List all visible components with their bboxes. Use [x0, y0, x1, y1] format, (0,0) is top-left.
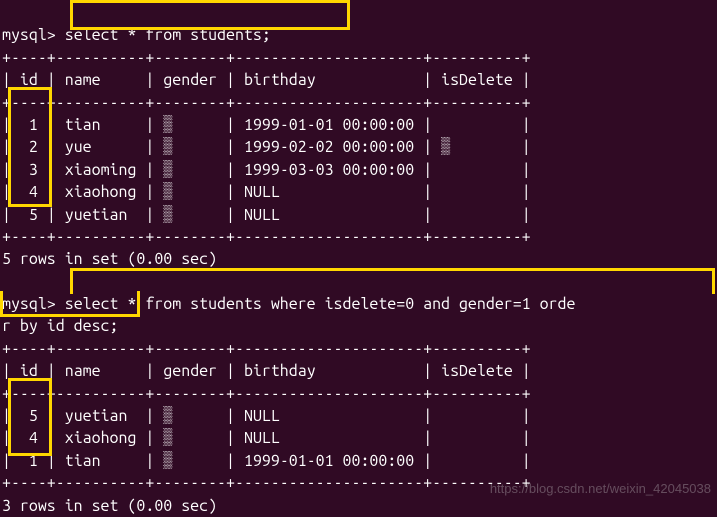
cell: NULL — [244, 183, 414, 201]
cell: tian — [65, 452, 137, 470]
cell: 5 — [29, 407, 38, 425]
query-2-part1: select * from students where isdelete=0 … — [65, 295, 576, 313]
cell: 1999-03-03 00:00:00 — [244, 161, 414, 179]
table1-footer: 5 rows in set (0.00 sec) — [2, 250, 217, 268]
cell: ▒ — [441, 138, 450, 156]
table1-row-4: | 4 | xiaohong | ▒ | NULL | | — [2, 183, 531, 201]
table2-sep-mid: +----+----------+--------+--------------… — [2, 385, 531, 403]
cell: 1 — [29, 452, 38, 470]
cell: NULL — [244, 429, 414, 447]
query-2-part2: r by id desc; — [2, 317, 118, 335]
cell: yuetian — [65, 206, 137, 224]
cell — [441, 206, 450, 224]
cell: ▒ — [163, 429, 172, 447]
cell: ▒ — [163, 206, 172, 224]
col-birthday: birthday — [244, 71, 316, 89]
mysql-prompt: mysql> — [2, 26, 56, 44]
table2-footer: 3 rows in set (0.00 sec) — [2, 497, 217, 515]
col-gender: gender — [163, 362, 217, 380]
cell: xiaohong — [65, 183, 137, 201]
blank-line — [2, 273, 11, 291]
cell — [441, 407, 450, 425]
cell: 3 — [29, 161, 38, 179]
cell: 5 — [29, 206, 38, 224]
table2-sep-bot: +----+----------+--------+--------------… — [2, 474, 531, 492]
table1-header: | id | name | gender | birthday | isDele… — [2, 71, 531, 89]
cell: yue — [65, 138, 137, 156]
cell: NULL — [244, 407, 414, 425]
col-name: name — [65, 362, 101, 380]
col-birthday: birthday — [244, 362, 316, 380]
prompt-line-2[interactable]: mysql> select * from students where isde… — [2, 295, 575, 313]
cell: 1999-01-01 00:00:00 — [244, 452, 414, 470]
terminal-output: mysql> select * from students; +----+---… — [2, 2, 715, 517]
table1-row-1: | 1 | tian | ▒ | 1999-01-01 00:00:00 | | — [2, 116, 531, 134]
col-gender: gender — [163, 71, 217, 89]
cell — [441, 116, 450, 134]
query-1: select * from students; — [65, 26, 271, 44]
cell: ▒ — [163, 407, 172, 425]
table2-sep-top: +----+----------+--------+--------------… — [2, 340, 531, 358]
table1-sep-bot: +----+----------+--------+--------------… — [2, 228, 531, 246]
table1-sep-mid: +----+----------+--------+--------------… — [2, 94, 531, 112]
watermark: https://blog.csdn.net/weixin_42045038 — [490, 480, 711, 498]
mysql-prompt: mysql> — [2, 295, 56, 313]
cell: NULL — [244, 206, 414, 224]
prompt-line-1[interactable]: mysql> select * from students; — [2, 26, 271, 44]
cell: yuetian — [65, 407, 137, 425]
table1-row-5: | 5 | yuetian | ▒ | NULL | | — [2, 206, 531, 224]
cell: ▒ — [163, 452, 172, 470]
cell: xiaohong — [65, 429, 137, 447]
table1-row-3: | 3 | xiaoming | ▒ | 1999-03-03 00:00:00… — [2, 161, 531, 179]
cell: 1 — [29, 116, 38, 134]
table2-header: | id | name | gender | birthday | isDele… — [2, 362, 531, 380]
cell: 1999-01-01 00:00:00 — [244, 116, 414, 134]
cell: 4 — [29, 183, 38, 201]
cell: ▒ — [163, 161, 172, 179]
cell: ▒ — [163, 183, 172, 201]
col-isdelete: isDelete — [441, 362, 513, 380]
cell — [441, 452, 450, 470]
cell: 2 — [29, 138, 38, 156]
cell: 1999-02-02 00:00:00 — [244, 138, 414, 156]
table2-row-1: | 5 | yuetian | ▒ | NULL | | — [2, 407, 531, 425]
col-id: id — [20, 362, 38, 380]
cell: ▒ — [163, 116, 172, 134]
table2-row-3: | 1 | tian | ▒ | 1999-01-01 00:00:00 | | — [2, 452, 531, 470]
cell: tian — [65, 116, 137, 134]
cell: xiaoming — [65, 161, 137, 179]
table1-row-2: | 2 | yue | ▒ | 1999-02-02 00:00:00 | ▒ … — [2, 138, 531, 156]
cell: 4 — [29, 429, 38, 447]
cell — [441, 429, 450, 447]
cell: ▒ — [163, 138, 172, 156]
table1-sep-top: +----+----------+--------+--------------… — [2, 49, 531, 67]
table2-row-2: | 4 | xiaohong | ▒ | NULL | | — [2, 429, 531, 447]
cell — [441, 161, 450, 179]
col-id: id — [20, 71, 38, 89]
cell — [441, 183, 450, 201]
col-isdelete: isDelete — [441, 71, 513, 89]
col-name: name — [65, 71, 101, 89]
